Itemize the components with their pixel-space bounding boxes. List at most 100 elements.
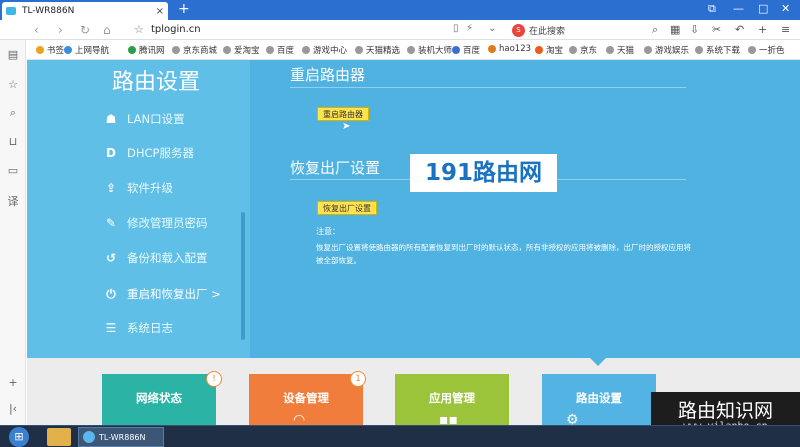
bookmark-item[interactable]: 百度: [452, 44, 480, 56]
browser-tab[interactable]: TL-WR886N ×: [2, 2, 168, 20]
bookmark-label: hao123: [499, 44, 532, 54]
sidebar-item-label: 软件升级: [127, 181, 173, 195]
card-title: 网络状态: [136, 391, 182, 405]
bookmark-label: 系统下载: [706, 46, 741, 56]
sidebar-item-lan[interactable]: ☗ LAN口设置: [101, 104, 251, 134]
bookmark-label: 京东: [580, 46, 598, 56]
sidebar-panel-icon[interactable]: ▤: [0, 48, 26, 61]
note-label: 注意：: [316, 227, 340, 236]
menu-icon[interactable]: ≡: [781, 23, 790, 36]
link-icon: [64, 46, 72, 54]
restore-window-icon[interactable]: ⧉: [708, 2, 716, 16]
bookmark-star-icon[interactable]: ☆: [134, 23, 144, 36]
file-explorer-icon[interactable]: [47, 428, 71, 446]
bookmark-label: 百度: [463, 46, 481, 56]
bookmark-label: 爱淘宝: [234, 46, 260, 56]
reload-icon[interactable]: ↻: [80, 22, 90, 38]
globe-icon: [606, 46, 614, 54]
globe-icon: [407, 46, 415, 54]
undo-icon[interactable]: ↶: [735, 23, 744, 36]
url-input[interactable]: tplogin.cn: [151, 24, 201, 35]
bookmark-label: 一折色: [759, 46, 785, 56]
password-icon: ✎: [105, 216, 117, 230]
taobao-icon: [535, 46, 543, 54]
globe-icon: [695, 46, 703, 54]
cut-icon[interactable]: ✂: [712, 23, 721, 36]
bookmark-item[interactable]: 百度: [266, 44, 294, 56]
windows-start-icon[interactable]: ⊞: [9, 427, 29, 447]
live-icon[interactable]: ▭: [0, 164, 26, 177]
card-device-management[interactable]: 1 设备管理 ◠: [249, 371, 366, 425]
home-icon[interactable]: ⌂: [103, 22, 111, 38]
close-window-icon[interactable]: ✕: [781, 2, 790, 16]
download-icon[interactable]: ⇩: [690, 23, 699, 36]
translate-icon[interactable]: 译: [0, 193, 26, 209]
bookmark-item[interactable]: 京东: [569, 44, 597, 56]
add-icon[interactable]: +: [0, 376, 26, 389]
forward-icon[interactable]: ›: [58, 22, 63, 38]
bookmark-item[interactable]: 上网导航: [64, 44, 109, 56]
sidebar-item-log[interactable]: ☰ 系统日志: [101, 313, 251, 343]
maximize-window-icon[interactable]: □: [758, 2, 768, 16]
card-router-settings[interactable]: 路由设置 ⚙: [542, 374, 656, 425]
router-main-panel: 重启路由器 重启路由器 ➤ 恢复出厂设置 恢复出厂设置 注意： 恢复出厂设置将使…: [250, 60, 800, 358]
bookmark-item[interactable]: 书签: [36, 44, 64, 56]
sidebar-item-backup[interactable]: ↺ 备份和载入配置: [101, 243, 251, 273]
sidebar-item-password[interactable]: ✎ 修改管理员密码: [101, 208, 251, 238]
bookmark-item[interactable]: 一折色: [748, 44, 785, 56]
router-settings-sidebar: 路由设置 ☗ LAN口设置 D DHCP服务器 ⇪ 软件升级 ✎ 修改管理员密码…: [27, 60, 250, 358]
factory-reset-button[interactable]: 恢复出厂设置: [317, 201, 377, 215]
bookmark-item[interactable]: 装机大师: [407, 44, 452, 56]
sidebar-item-label: DHCP服务器: [127, 146, 194, 160]
baidu-icon: [452, 46, 460, 54]
bookmarks-bar: 书签 上网导航 腾讯网 京东商城 爱淘宝 百度 游戏中心 天猫精选 装机大师 百…: [0, 40, 800, 60]
card-title: 设备管理: [283, 391, 329, 405]
search-box[interactable]: S 在此搜索: [512, 23, 642, 37]
bookmark-item[interactable]: 爱淘宝: [223, 44, 260, 56]
search-icon[interactable]: ⌕: [0, 106, 26, 120]
sidebar-item-upgrade[interactable]: ⇪ 软件升级: [101, 173, 251, 203]
bookmark-item[interactable]: 游戏中心: [302, 44, 347, 56]
sidebar-item-label: 修改管理员密码: [127, 216, 208, 230]
log-icon: ☰: [105, 321, 117, 335]
search-icon[interactable]: ⌕: [652, 23, 658, 37]
page-icon[interactable]: ▯: [453, 23, 459, 34]
apps-icon[interactable]: ▦: [670, 23, 680, 36]
reboot-button[interactable]: 重启路由器: [317, 107, 369, 121]
tab-close-icon[interactable]: ×: [156, 6, 164, 17]
dropdown-icon[interactable]: ⌄: [488, 23, 496, 34]
bookmark-item[interactable]: 淘宝: [535, 44, 563, 56]
new-tab-button[interactable]: +: [178, 1, 190, 17]
search-input[interactable]: 在此搜索: [529, 24, 565, 37]
collapse-icon[interactable]: |‹: [0, 402, 26, 415]
browser-sidebar: ▤ ☆ ⌕ ⊔ ▭ 译 + |‹: [0, 40, 26, 425]
taskbar-browser-app[interactable]: TL-WR886N: [78, 427, 164, 447]
add-icon[interactable]: +: [758, 23, 767, 36]
card-network-status[interactable]: ! 网络状态: [102, 371, 222, 425]
bookmark-item[interactable]: 天猫: [606, 44, 634, 56]
bookmark-item[interactable]: 天猫精选: [355, 44, 400, 56]
bookmark-item[interactable]: 京东商城: [172, 44, 217, 56]
sidebar-item-reboot[interactable]: ⏻ 重启和恢复出厂 >: [101, 279, 251, 309]
corner-watermark-title: 路由知识网: [677, 400, 773, 422]
card-app-management[interactable]: 应用管理 ▪▪: [395, 374, 509, 425]
minimize-window-icon[interactable]: —: [733, 2, 744, 16]
backup-icon: ↺: [105, 251, 117, 265]
bookmark-item[interactable]: 系统下载: [695, 44, 740, 56]
sidebar-title: 路由设置: [112, 70, 201, 95]
bookmark-item[interactable]: 游戏娱乐: [644, 44, 689, 56]
bookmark-item[interactable]: hao123: [488, 44, 531, 54]
bookmark-item[interactable]: 腾讯网: [128, 44, 165, 56]
favorites-icon[interactable]: ☆: [0, 78, 26, 91]
browser-tab-bar: TL-WR886N × + ⧉ — □ ✕: [0, 0, 800, 20]
sidebar-item-label: 备份和载入配置: [127, 251, 208, 265]
windows-taskbar: ⊞ TL-WR886N: [0, 425, 800, 447]
bookmark-label: 天猫: [617, 46, 635, 56]
globe-icon: [302, 46, 310, 54]
sidebar-scrollbar[interactable]: [241, 212, 245, 340]
lightning-icon[interactable]: ⚡: [466, 23, 473, 34]
cart-icon[interactable]: ⊔: [0, 135, 26, 148]
note-text: 恢复出厂设置将使路由器的所有配置恢复到出厂时的默认状态，所有非授权的应用将被删除…: [316, 243, 691, 265]
sidebar-item-dhcp[interactable]: D DHCP服务器: [101, 138, 251, 168]
back-icon[interactable]: ‹: [34, 22, 39, 38]
